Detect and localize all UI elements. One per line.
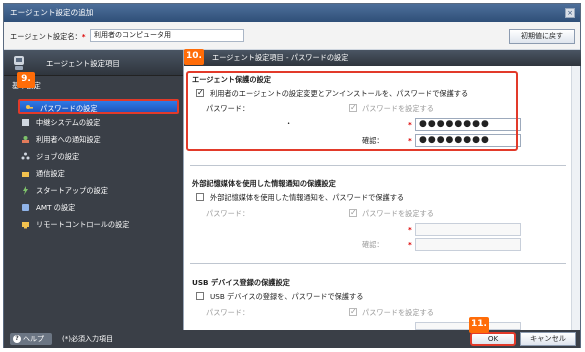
sidebar-item-startup[interactable]: スタートアップの設定 — [16, 183, 172, 198]
sidebar-item-relay[interactable]: 中継システムの設定 — [16, 115, 172, 130]
sidebar-item-label: リモートコントロールの設定 — [36, 220, 130, 229]
close-icon[interactable]: × — [565, 8, 575, 18]
sidebar-item-amt[interactable]: AMT の設定 — [16, 200, 172, 215]
usb-set-password-checkbox[interactable] — [349, 307, 357, 316]
ok-button[interactable]: OK — [470, 332, 516, 346]
media-confirm-label: 確認： — [362, 240, 384, 249]
amt-icon — [22, 204, 29, 211]
callout-11: 11. — [469, 317, 489, 333]
name-bar: エージェント設定名：* 利用者のコンピュータ用 初期値に戻す — [4, 22, 580, 50]
required-mark: * — [81, 32, 86, 41]
agent-setting-name-input[interactable]: 利用者のコンピュータ用 — [90, 29, 244, 42]
sidebar-item-label: AMT の設定 — [36, 203, 76, 212]
network-icon — [22, 172, 29, 177]
help-button[interactable]: ? ヘルプ — [10, 333, 52, 345]
divider — [190, 263, 566, 264]
highlight-agent-protect — [186, 71, 518, 151]
window-title: エージェント設定の追加 — [10, 8, 94, 17]
divider — [190, 165, 566, 166]
media-set-password-label: パスワードを設定する — [362, 209, 434, 218]
required-mark: * — [408, 225, 412, 234]
usb-password-input[interactable] — [415, 322, 521, 330]
notify-icon — [22, 136, 29, 143]
required-mark: * — [408, 240, 412, 249]
sidebar-item-label: スタートアップの設定 — [36, 186, 108, 195]
relay-icon — [22, 119, 29, 126]
media-password-label: パスワード： — [206, 209, 250, 218]
remote-icon — [22, 222, 29, 229]
media-protect-title: 外部記憶媒体を使用した情報通知の保護設定 — [192, 179, 336, 188]
agent-setting-name-label: エージェント設定名：* — [10, 32, 86, 41]
sidebar-item-notify[interactable]: 利用者への通知設定 — [16, 132, 172, 147]
sidebar-item-remote[interactable]: リモートコントロールの設定 — [16, 217, 172, 232]
sidebar-item-label: パスワードの設定 — [40, 104, 98, 113]
key-icon — [26, 105, 33, 109]
usb-protect-title: USB デバイス登録の保護設定 — [192, 278, 290, 287]
startup-icon — [23, 186, 28, 195]
sidebar-item-password[interactable]: パスワードの設定 — [18, 99, 179, 114]
sidebar-item-job[interactable]: ジョブの設定 — [16, 149, 172, 164]
callout-10: 10. — [184, 49, 204, 65]
job-icon — [21, 152, 30, 160]
media-password-input[interactable] — [415, 223, 521, 236]
callout-9: 9. — [17, 72, 35, 88]
media-protect-checkbox[interactable] — [196, 193, 204, 201]
dialog-window: エージェント設定の追加 × エージェント設定名：* 利用者のコンピュータ用 初期… — [3, 3, 581, 348]
reset-defaults-button[interactable]: 初期値に戻す — [509, 29, 575, 44]
footer-bar: ? ヘルプ (*)必須入力項目 OK キャンセル — [4, 330, 580, 348]
required-note: (*)必須入力項目 — [62, 335, 113, 343]
sidebar-item-label: ジョブの設定 — [36, 152, 80, 161]
usb-set-password-label: パスワードを設定する — [362, 308, 434, 317]
cancel-button[interactable]: キャンセル — [520, 332, 576, 346]
sidebar-item-network[interactable]: 通信設定 — [16, 166, 172, 181]
sidebar-header-label: エージェント設定項目 — [46, 59, 120, 68]
sidebar-item-label: 通信設定 — [36, 169, 65, 178]
media-confirm-input[interactable] — [415, 238, 521, 251]
sidebar-item-label: 中継システムの設定 — [36, 118, 101, 127]
help-icon: ? — [13, 335, 21, 343]
usb-protect-checkbox-label: USB デバイスの登録を、パスワードで保護する — [210, 292, 364, 301]
agent-icon — [14, 56, 24, 70]
sidebar-item-label: 利用者への通知設定 — [36, 135, 101, 144]
usb-protect-checkbox[interactable] — [196, 292, 204, 300]
main-header: エージェント設定項目 - パスワードの設定 — [184, 50, 581, 66]
media-set-password-checkbox[interactable] — [349, 208, 357, 217]
scrollbar[interactable] — [571, 66, 580, 330]
sidebar: エージェント設定項目 基本設定 パスワードの設定 中継システムの設定 利用者への… — [4, 50, 183, 330]
media-protect-checkbox-label: 外部記憶媒体を使用した情報通知を、パスワードで保護する — [210, 193, 405, 202]
title-bar: エージェント設定の追加 × — [4, 4, 580, 22]
usb-password-label: パスワード： — [206, 308, 250, 317]
